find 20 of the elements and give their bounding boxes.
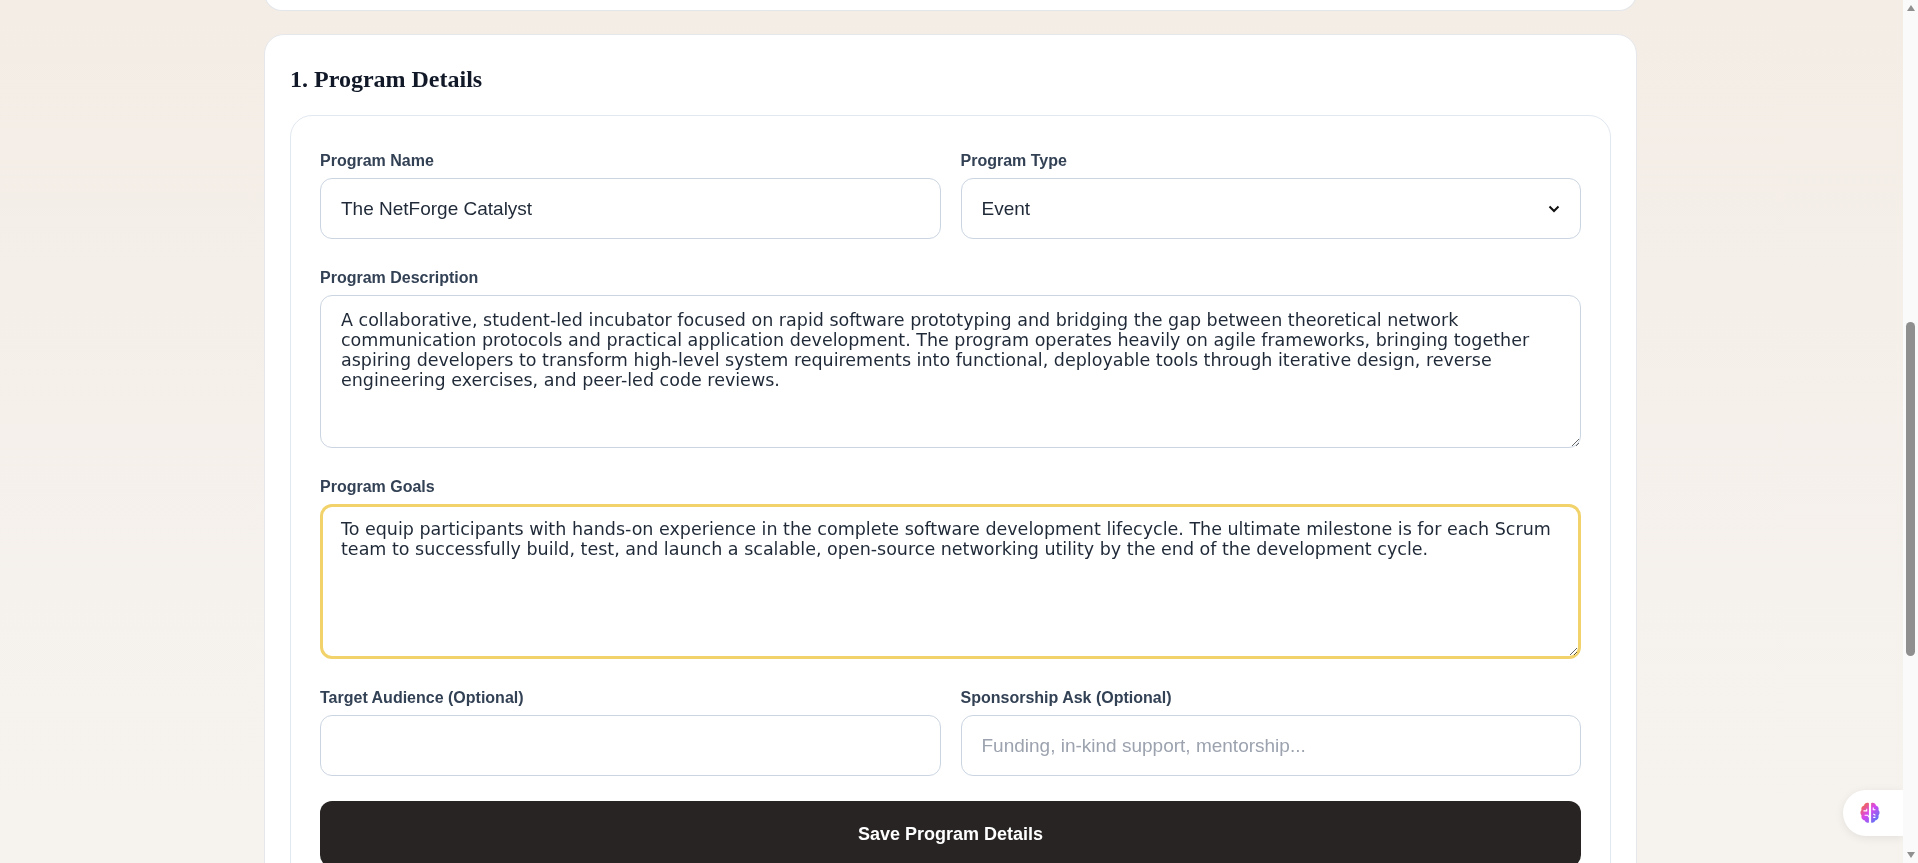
dropdown[interactable]: Event xyxy=(960,178,1581,239)
input-field[interactable] xyxy=(320,715,941,776)
input-field[interactable]: Funding, in-kind support, mentorship... xyxy=(960,715,1581,776)
field-label: Target Audience (Optional) xyxy=(320,689,525,707)
section-title: 1. Program Details xyxy=(290,66,484,93)
field-label: Sponsorship Ask (Optional) xyxy=(960,689,1173,707)
field-label: Program Type xyxy=(960,152,1068,170)
text-area[interactable]: To equip participants with hands-on experience in the complete software development lifecycle. The ultimate milestone is for each Scrum team to successfully build, test, and launch a scalable, open-source networking utility by the end of the development cycle. xyxy=(320,504,1581,659)
scroll-down-icon[interactable] xyxy=(1905,851,1916,859)
chevron-down-icon xyxy=(1548,204,1560,213)
text-area[interactable]: A collaborative, student-led incubator focused on rapid software prototyping and bridging the gap between theoretical network communication protocols and practical application development. The program operates heavily on agile frameworks, bringing together aspiring developers to transform high-level system requirements into functional, deployable tools through iterative design, reverse engineering exercises, and peer-led code reviews. xyxy=(320,295,1581,448)
scroll-up-icon[interactable] xyxy=(1905,4,1916,12)
field-label: Program Description xyxy=(320,269,480,287)
scrollbar-thumb[interactable] xyxy=(1906,322,1915,656)
assistant-button[interactable] xyxy=(1843,790,1903,836)
scrollbar[interactable] xyxy=(1903,0,1918,863)
save-button[interactable]: Save Program Details xyxy=(320,801,1581,863)
field-label: Program Goals xyxy=(320,478,436,496)
field-label: Program Name xyxy=(320,152,435,170)
input-field[interactable]: The NetForge Catalyst xyxy=(320,178,941,239)
